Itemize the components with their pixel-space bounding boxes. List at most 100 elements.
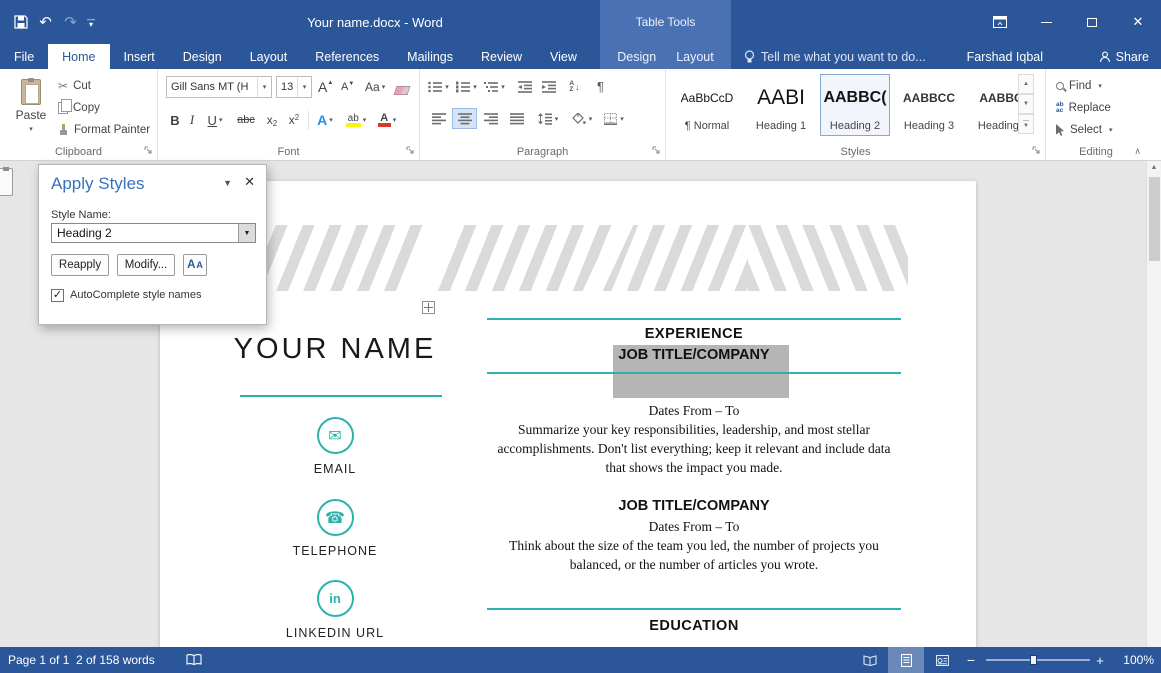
autocomplete-checkbox[interactable] <box>51 289 64 302</box>
numbering-button[interactable]: ▾ <box>454 76 479 97</box>
style-heading1[interactable]: AABI Heading 1 <box>746 74 816 136</box>
zoom-percentage[interactable]: 100% <box>1112 647 1154 673</box>
zoom-slider-track[interactable] <box>986 659 1090 661</box>
modify-button[interactable]: Modify... <box>117 254 175 276</box>
close-button[interactable]: ✕ <box>1115 0 1161 44</box>
account-name[interactable]: Farshad Iqbal <box>967 44 1043 69</box>
tab-table-design[interactable]: Design <box>607 44 666 69</box>
document-page[interactable]: YOUR NAME ✉ EMAIL ☎ TELEPHONE in LINKEDI… <box>160 181 976 647</box>
styles-scroll-down-button[interactable]: ▼ <box>1018 94 1034 114</box>
job2-description[interactable]: Think about the size of the team you led… <box>487 536 901 574</box>
format-painter-button[interactable]: Format Painter <box>58 121 156 139</box>
ribbon-display-options-button[interactable] <box>977 0 1023 44</box>
style-heading3[interactable]: AABBCC Heading 3 <box>894 74 964 136</box>
email-label[interactable]: EMAIL <box>180 462 490 476</box>
shrink-font-button[interactable]: A▼ <box>341 77 354 97</box>
decrease-indent-button[interactable] <box>512 76 537 97</box>
font-color-button[interactable]: A▾ <box>374 109 400 131</box>
page-count[interactable]: Page 1 of 1 <box>8 647 69 673</box>
style-normal[interactable]: AaBbCcD ¶ Normal <box>672 74 742 136</box>
clipboard-panel-icon[interactable] <box>0 168 13 196</box>
highlight-color-button[interactable]: ab▾ <box>342 109 370 131</box>
read-mode-button[interactable] <box>852 647 888 673</box>
copy-button[interactable]: Copy <box>58 99 156 117</box>
undo-button[interactable]: ↶ <box>33 7 58 37</box>
styles-pane-button[interactable]: AA <box>183 254 207 276</box>
dialog-close-icon[interactable]: ✕ <box>244 174 255 190</box>
bold-button[interactable]: B <box>166 109 184 131</box>
job2-title[interactable]: JOB TITLE/COMPANY <box>487 498 901 514</box>
tab-references[interactable]: References <box>301 44 393 69</box>
dialog-options-chevron-icon[interactable]: ▼ <box>223 178 232 188</box>
styles-scroll-up-button[interactable]: ▲ <box>1018 74 1034 94</box>
strikethrough-button[interactable]: abc <box>234 109 258 131</box>
job1-description[interactable]: Summarize your key responsibilities, lea… <box>487 420 901 477</box>
scroll-up-icon[interactable]: ▲ <box>1147 164 1161 171</box>
tab-insert[interactable]: Insert <box>110 44 169 69</box>
paste-button[interactable]: Paste ▾ <box>8 74 54 146</box>
show-hide-pilcrow-button[interactable]: ¶ <box>588 76 613 97</box>
multilevel-list-button[interactable]: ▾ <box>482 76 507 97</box>
style-name-combo[interactable]: Heading 2 ▼ <box>51 223 256 243</box>
collapse-ribbon-button[interactable]: ∧ <box>1134 146 1141 157</box>
subscript-button[interactable]: x2 <box>262 109 282 131</box>
education-heading[interactable]: EDUCATION <box>487 618 901 634</box>
tab-design[interactable]: Design <box>169 44 236 69</box>
cut-button[interactable]: ✂ Cut <box>58 77 156 95</box>
font-size-combo[interactable]: 13 ▾ <box>276 76 312 98</box>
bullets-button[interactable]: ▾ <box>426 76 451 97</box>
font-name-combo[interactable]: Gill Sans MT (H ▾ <box>166 76 272 98</box>
zoom-out-button[interactable] <box>962 647 980 673</box>
chevron-down-icon[interactable]: ▼ <box>238 224 255 242</box>
reapply-button[interactable]: Reapply <box>51 254 109 276</box>
zoom-in-button[interactable] <box>1092 647 1108 673</box>
sort-button[interactable]: AZ ↓ <box>562 76 587 97</box>
clipboard-dialog-launcher[interactable] <box>143 145 154 156</box>
find-button[interactable]: Find▾ <box>1056 77 1102 95</box>
justify-button[interactable] <box>504 108 529 129</box>
italic-button[interactable]: I <box>185 109 199 131</box>
styles-dialog-launcher[interactable] <box>1031 145 1042 156</box>
experience-heading[interactable]: EXPERIENCE <box>487 326 901 342</box>
font-dialog-launcher[interactable] <box>405 145 416 156</box>
word-count[interactable]: 2 of 158 words <box>76 647 155 673</box>
style-heading2[interactable]: AABBC( Heading 2 <box>820 74 890 136</box>
tab-mailings[interactable]: Mailings <box>393 44 467 69</box>
paragraph-dialog-launcher[interactable] <box>651 145 662 156</box>
redo-button[interactable]: ↷ <box>58 7 83 37</box>
telephone-label[interactable]: TELEPHONE <box>180 544 490 558</box>
tell-me-box[interactable]: Tell me what you want to do... <box>744 44 926 69</box>
tab-layout[interactable]: Layout <box>236 44 302 69</box>
shading-button[interactable]: ▾ <box>568 108 596 129</box>
resume-name-heading[interactable]: YOUR NAME <box>180 333 490 366</box>
job1-title[interactable]: JOB TITLE/COMPANY <box>487 347 901 363</box>
tab-view[interactable]: View <box>536 44 591 69</box>
text-effects-button[interactable]: A▾ <box>312 109 338 131</box>
job1-dates[interactable]: Dates From – To <box>487 401 901 420</box>
proofing-icon[interactable] <box>186 647 202 673</box>
maximize-button[interactable] <box>1069 0 1115 44</box>
underline-button[interactable]: U▾ <box>202 109 228 131</box>
linkedin-label[interactable]: LINKEDIN URL <box>180 626 490 640</box>
save-button[interactable] <box>8 7 33 37</box>
tab-home[interactable]: Home <box>48 44 109 69</box>
customize-qat-button[interactable]: —▾ <box>83 7 99 37</box>
align-right-button[interactable] <box>478 108 503 129</box>
job2-dates[interactable]: Dates From – To <box>487 517 901 536</box>
print-layout-button[interactable] <box>888 647 924 673</box>
styles-gallery-more-button[interactable]: —▼ <box>1018 114 1034 134</box>
minimize-button[interactable] <box>1023 0 1069 44</box>
tab-table-layout[interactable]: Layout <box>666 44 724 69</box>
line-spacing-button[interactable]: ▾ <box>534 108 562 129</box>
tab-file[interactable]: File <box>0 44 48 69</box>
replace-button[interactable]: abac Replace <box>1056 99 1111 117</box>
zoom-slider-thumb[interactable] <box>1030 655 1037 665</box>
scrollbar-thumb[interactable] <box>1149 177 1160 261</box>
clear-formatting-button[interactable] <box>395 80 409 100</box>
align-center-button[interactable] <box>452 108 477 129</box>
share-button[interactable]: Share <box>1099 44 1149 69</box>
align-left-button[interactable] <box>426 108 451 129</box>
tab-review[interactable]: Review <box>467 44 536 69</box>
borders-button[interactable]: ▾ <box>600 108 628 129</box>
select-button[interactable]: Select▾ <box>1056 121 1112 139</box>
